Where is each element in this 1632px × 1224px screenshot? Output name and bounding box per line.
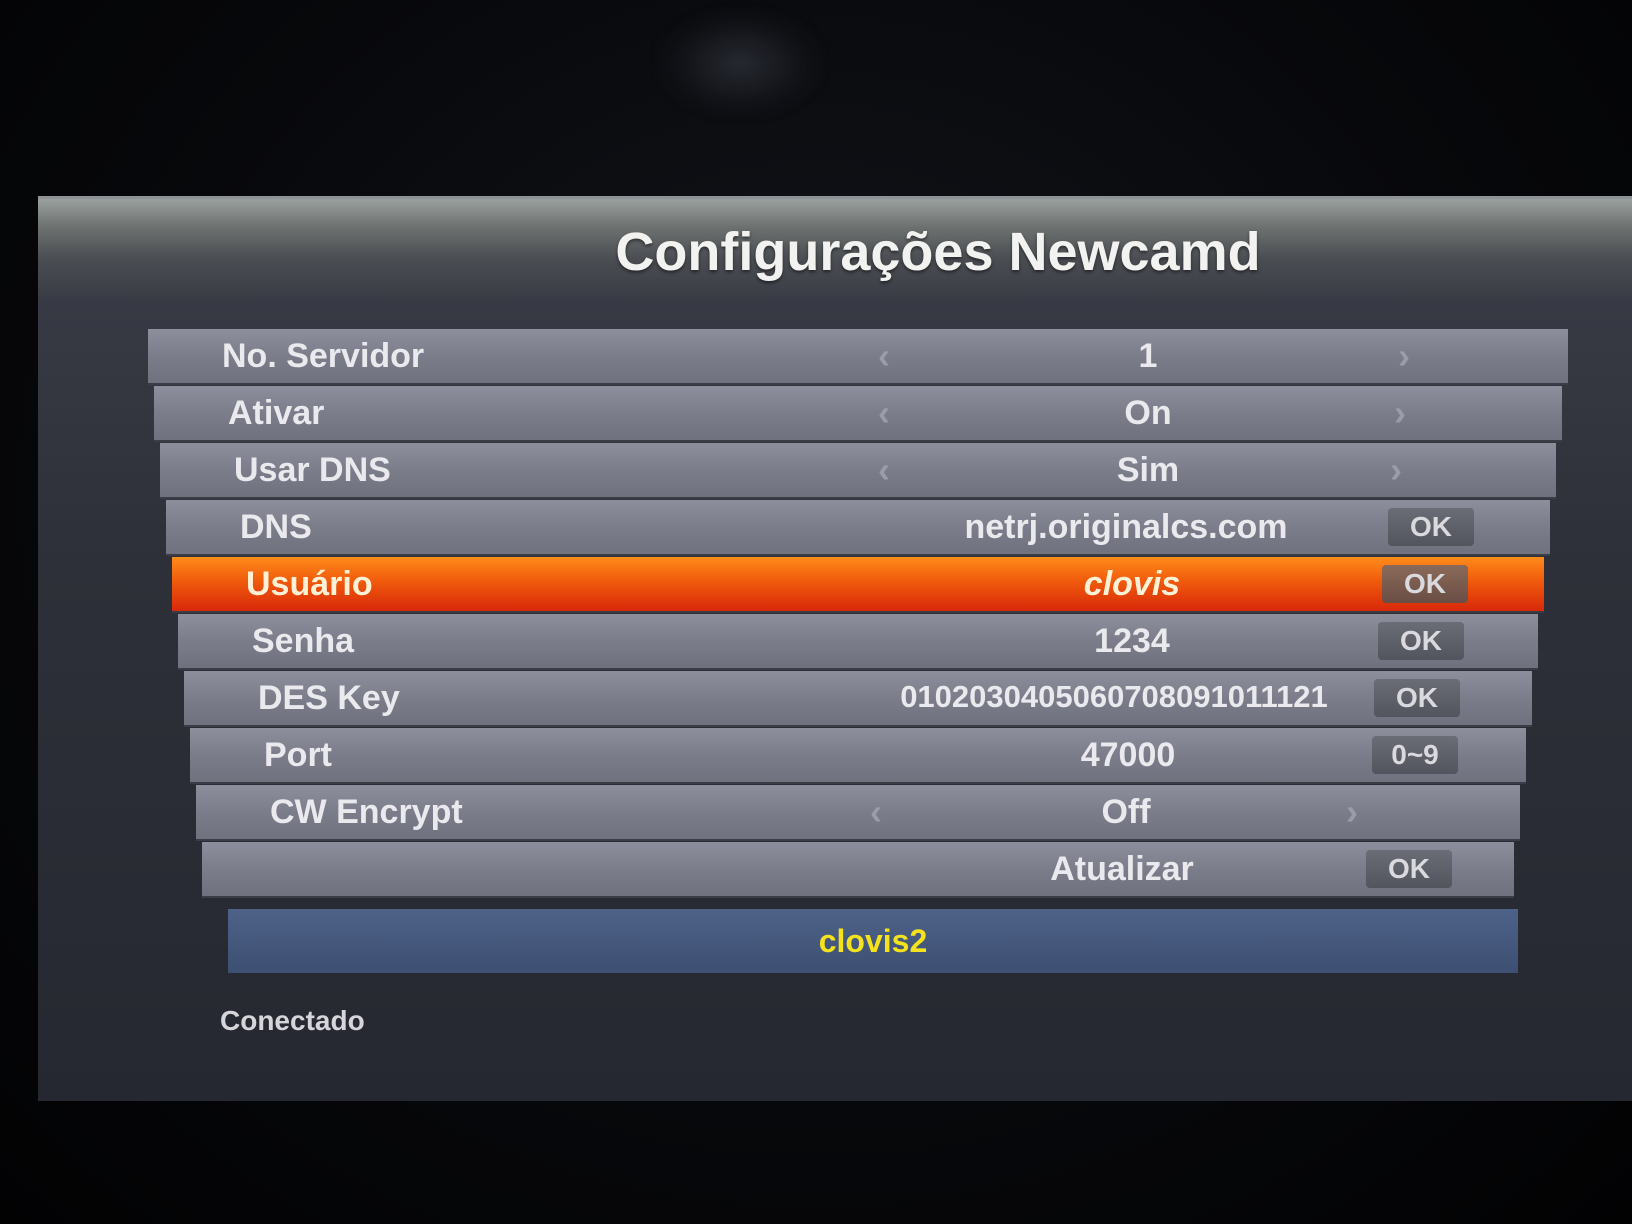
connection-status: Conectado <box>220 1005 365 1036</box>
use-dns-label: Usar DNS <box>234 451 391 489</box>
port-value: 47000 <box>1080 736 1176 774</box>
arrow-left-icon[interactable]: ‹ <box>878 392 890 434</box>
arrow-right-icon[interactable]: › <box>1394 392 1406 434</box>
menu-row-user[interactable]: Usuário clovis OK <box>172 557 1544 613</box>
dns-label: DNS <box>240 508 312 546</box>
server-number-value: 1 <box>1138 337 1158 375</box>
enable-label: Ativar <box>228 394 325 432</box>
screen-glare <box>655 8 825 118</box>
des-key-value: 0102030405060708091011121 <box>900 679 1328 714</box>
title-bar: Configurações Newcamd <box>38 199 1632 299</box>
newcamd-settings-panel: Configurações Newcamd No. Servidor ‹ 1 ›… <box>38 196 1632 1101</box>
des-key-label: DES Key <box>258 679 400 717</box>
port-numeric-button[interactable]: 0~9 <box>1372 736 1458 774</box>
des-key-ok-button[interactable]: OK <box>1374 679 1460 717</box>
page-title: Configurações Newcamd <box>615 222 1261 282</box>
menu-row-use-dns[interactable]: Usar DNS ‹ Sim › <box>160 443 1556 499</box>
info-bar: clovis2 <box>228 909 1518 973</box>
user-value: clovis <box>1083 565 1181 603</box>
port-label: Port <box>264 736 332 774</box>
menu-row-update[interactable]: Atualizar OK <box>202 842 1514 898</box>
arrow-left-icon[interactable]: ‹ <box>878 335 890 377</box>
arrow-right-icon[interactable]: › <box>1346 791 1358 833</box>
menu-row-server-number[interactable]: No. Servidor ‹ 1 › <box>148 329 1568 385</box>
cw-encrypt-value: Off <box>1101 793 1151 831</box>
arrow-right-icon[interactable]: › <box>1390 449 1402 491</box>
arrow-left-icon[interactable]: ‹ <box>878 449 890 491</box>
password-ok-button[interactable]: OK <box>1378 622 1464 660</box>
server-number-label: No. Servidor <box>222 337 425 375</box>
use-dns-value: Sim <box>1116 451 1180 489</box>
cw-encrypt-label: CW Encrypt <box>270 793 463 831</box>
menu-row-enable[interactable]: Ativar ‹ On › <box>154 386 1562 442</box>
update-ok-button[interactable]: OK <box>1366 850 1452 888</box>
user-label: Usuário <box>246 565 373 603</box>
arrow-right-icon[interactable]: › <box>1398 335 1410 377</box>
tv-screen: Configurações Newcamd No. Servidor ‹ 1 ›… <box>0 0 1632 1224</box>
password-label: Senha <box>252 622 355 660</box>
menu-row-password[interactable]: Senha 1234 OK <box>178 614 1538 670</box>
user-ok-button[interactable]: OK <box>1382 565 1468 603</box>
menu-row-des-key[interactable]: DES Key 0102030405060708091011121 OK <box>184 671 1532 727</box>
menu-row-port[interactable]: Port 47000 0~9 <box>190 728 1526 784</box>
menu-row-cw-encrypt[interactable]: CW Encrypt ‹ Off › <box>196 785 1520 841</box>
update-value: Atualizar <box>1050 850 1194 888</box>
menu-row-dns[interactable]: DNS netrj.originalcs.com OK <box>166 500 1550 556</box>
enable-value: On <box>1124 394 1172 432</box>
arrow-left-icon[interactable]: ‹ <box>870 791 882 833</box>
password-value: 1234 <box>1094 622 1170 660</box>
dns-value: netrj.originalcs.com <box>964 508 1288 546</box>
dns-ok-button[interactable]: OK <box>1388 508 1474 546</box>
info-bar-text: clovis2 <box>818 923 928 959</box>
